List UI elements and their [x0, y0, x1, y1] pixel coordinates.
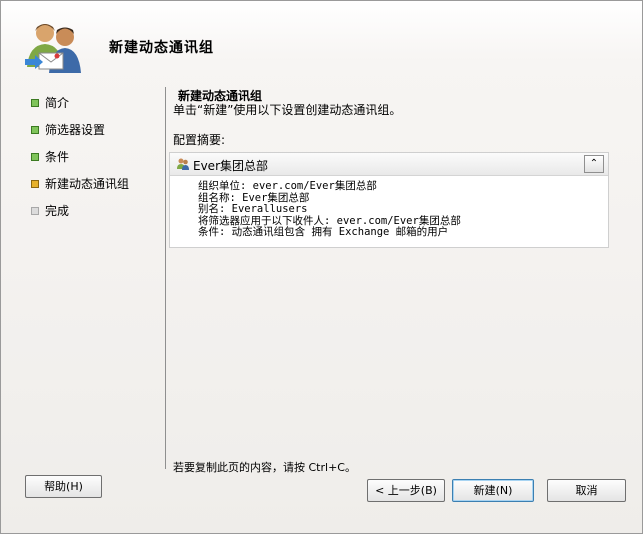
copy-hint: 若要复制此页的内容，请按 Ctrl+C。 [173, 461, 356, 474]
step-done-icon [31, 152, 39, 161]
nav-item-label: 完成 [45, 204, 70, 218]
nav-item-label: 条件 [45, 150, 70, 164]
back-button[interactable]: < 上一步(B) [367, 479, 445, 502]
summary-line: 条件: 动态通讯组包含 拥有 Exchange 邮箱的用户 [198, 226, 449, 238]
group-icon [176, 157, 190, 171]
nav-item-label: 新建动态通讯组 [45, 177, 130, 191]
double-chevron-up-icon: ⌃ [589, 158, 599, 169]
config-summary-text: 组织单位: ever.com/Ever集团总部 组名称: Ever集团总部 别名… [198, 180, 461, 239]
wizard-window: 新建动态通讯组 简介 筛选器设置 条件 新建动态通讯组 完成 新建动态通讯组 单… [0, 0, 643, 534]
nav-item-conditions[interactable]: 条件 [31, 143, 161, 170]
step-done-icon [31, 125, 39, 134]
config-summary-label: 配置摘要: [173, 133, 226, 147]
cancel-button[interactable]: 取消 [547, 479, 626, 502]
wizard-steps-nav: 简介 筛选器设置 条件 新建动态通讯组 完成 [31, 89, 161, 224]
nav-item-complete[interactable]: 完成 [31, 197, 161, 224]
config-summary-header: Ever集团总部 ⌃ [170, 153, 608, 176]
page-title: 新建动态通讯组 [109, 40, 214, 56]
step-pending-icon [31, 206, 39, 215]
step-current-icon [31, 179, 39, 188]
nav-item-intro[interactable]: 简介 [31, 89, 161, 116]
collapse-button[interactable]: ⌃ [584, 155, 604, 173]
content-description: 单击“新建”使用以下设置创建动态通讯组。 [173, 103, 402, 117]
summary-line: 组织单位: ever.com/Ever集团总部 [198, 180, 377, 192]
config-summary-name: Ever集团总部 [193, 159, 269, 173]
summary-line: 别名: Everallusers [198, 203, 308, 215]
help-button[interactable]: 帮助(H) [25, 475, 102, 498]
nav-item-filter-settings[interactable]: 筛选器设置 [31, 116, 161, 143]
nav-item-new-dynamic-group[interactable]: 新建动态通讯组 [31, 170, 161, 197]
step-done-icon [31, 98, 39, 107]
next-button[interactable]: 新建(N) [452, 479, 534, 502]
nav-divider [165, 87, 166, 469]
group-users-icon [23, 19, 87, 79]
nav-item-label: 筛选器设置 [45, 123, 106, 137]
config-summary-panel: Ever集团总部 ⌃ 组织单位: ever.com/Ever集团总部 组名称: … [169, 152, 609, 248]
nav-item-label: 简介 [45, 96, 70, 110]
